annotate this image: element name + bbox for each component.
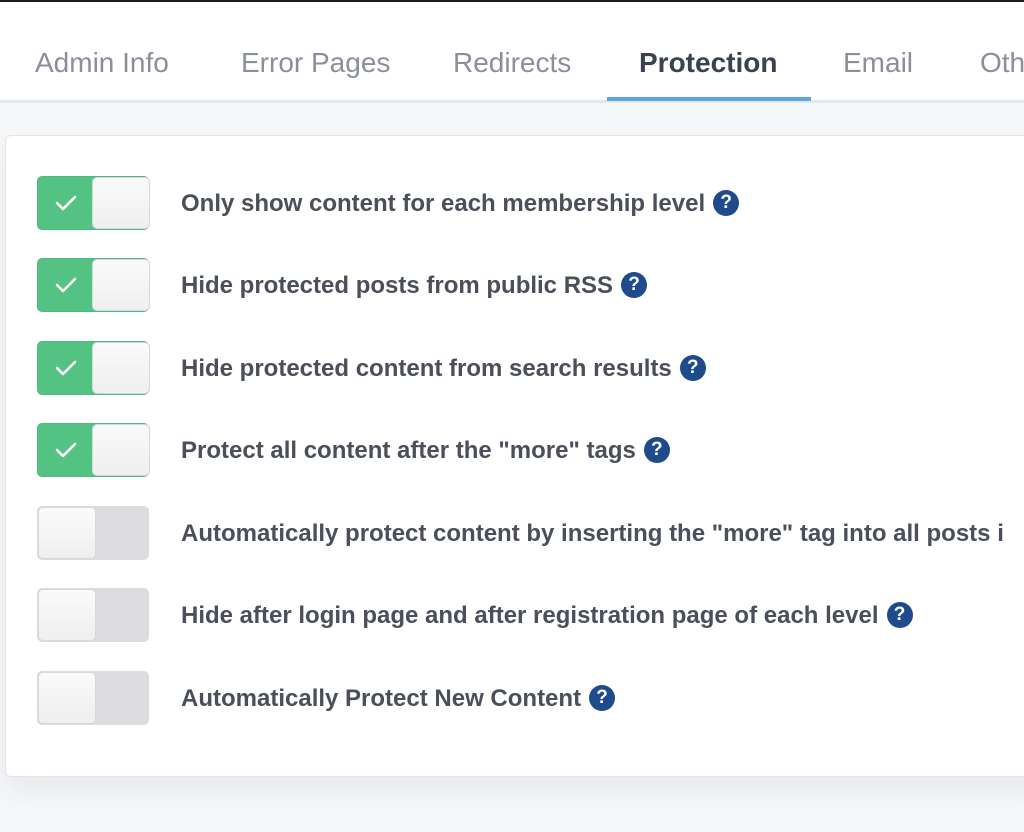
help-icon[interactable]: ?: [589, 684, 616, 711]
settings-tab-bar: Admin Info Error Pages Redirects Protect…: [0, 2, 1024, 103]
setting-row-auto-insert-more: Automatically protect content by inserti…: [37, 506, 1024, 562]
help-icon[interactable]: ?: [621, 271, 648, 298]
toggle-knob: [39, 673, 95, 723]
setting-label: Hide protected posts from public RSS?: [181, 258, 648, 312]
toggle-knob: [93, 178, 149, 228]
toggle-knob: [93, 260, 149, 310]
toggle-protect-more-tags[interactable]: [37, 423, 149, 477]
toggle-hide-login-registration[interactable]: [37, 588, 149, 642]
setting-row-auto-protect-new: Automatically Protect New Content?: [37, 671, 1024, 727]
toggle-auto-insert-more[interactable]: [37, 506, 149, 560]
setting-label: Automatically protect content by inserti…: [181, 520, 1004, 547]
check-icon: [55, 195, 77, 211]
tab-other[interactable]: Oth: [980, 2, 1024, 100]
tab-admin-info[interactable]: Admin Info: [35, 2, 169, 100]
setting-label: Protect all content after the "more" tag…: [181, 423, 670, 477]
active-tab-indicator: [607, 97, 811, 101]
toggle-hide-search[interactable]: [37, 341, 149, 395]
setting-row-protect-more-tags: Protect all content after the "more" tag…: [37, 423, 1024, 479]
check-icon: [55, 442, 77, 458]
tab-redirects[interactable]: Redirects: [453, 2, 571, 100]
toggle-knob: [93, 343, 149, 393]
tab-protection[interactable]: Protection: [639, 2, 777, 100]
toggle-knob: [39, 590, 95, 640]
help-icon[interactable]: ?: [643, 436, 670, 463]
help-icon[interactable]: ?: [713, 189, 740, 216]
toggle-auto-protect-new[interactable]: [37, 671, 149, 725]
tab-error-pages[interactable]: Error Pages: [241, 2, 390, 100]
setting-row-hide-rss: Hide protected posts from public RSS?: [37, 258, 1024, 314]
setting-label: Hide after login page and after registra…: [181, 588, 913, 642]
toggle-knob: [93, 425, 149, 475]
setting-row-hide-search: Hide protected content from search resul…: [37, 341, 1024, 397]
toggle-membership-level[interactable]: [37, 176, 149, 230]
toggle-knob: [39, 508, 95, 558]
tab-email[interactable]: Email: [843, 2, 913, 100]
toggle-hide-rss[interactable]: [37, 258, 149, 312]
setting-label: Hide protected content from search resul…: [181, 341, 706, 395]
setting-row-hide-login-registration: Hide after login page and after registra…: [37, 588, 1024, 644]
setting-label: Only show content for each membership le…: [181, 176, 740, 230]
setting-label: Automatically Protect New Content?: [181, 671, 616, 725]
help-icon[interactable]: ?: [886, 601, 913, 628]
help-icon[interactable]: ?: [679, 354, 706, 381]
check-icon: [55, 277, 77, 293]
setting-row-membership-level: Only show content for each membership le…: [37, 176, 1024, 232]
check-icon: [55, 360, 77, 376]
